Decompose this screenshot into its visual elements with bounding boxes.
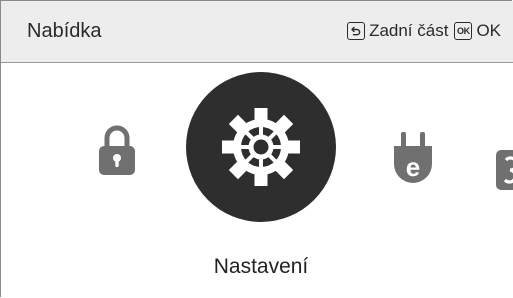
back-arrow-icon <box>351 26 361 36</box>
ok-key-icon[interactable]: OK <box>454 22 473 40</box>
menu-item-lock[interactable] <box>96 123 138 177</box>
ok-hint-label: OK <box>476 21 501 40</box>
menu-item-energy[interactable]: e <box>390 130 436 190</box>
partial-item-icon <box>496 150 513 190</box>
back-hint-label: Zadní část <box>369 21 449 40</box>
lock-icon <box>99 125 135 175</box>
gear-icon <box>222 108 300 186</box>
plug-e-icon: e <box>394 132 432 183</box>
key-hints: Zadní část OK OK <box>347 21 501 41</box>
header-bar: Nabídka Zadní část OK OK <box>1 1 513 63</box>
selected-item-label: Nastavení <box>213 255 309 278</box>
back-key-icon[interactable] <box>347 22 366 40</box>
page-title: Nabídka <box>27 20 102 42</box>
menu-item-partial[interactable] <box>494 150 513 190</box>
menu-carousel: Nastavení e <box>0 64 513 298</box>
svg-text:e: e <box>406 152 420 182</box>
menu-item-settings[interactable] <box>186 72 336 222</box>
